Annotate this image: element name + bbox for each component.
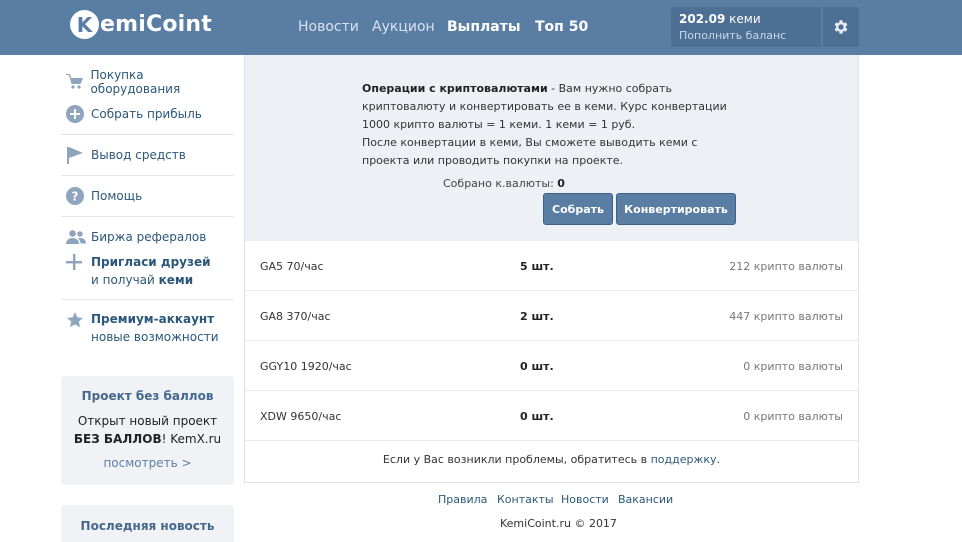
users-icon	[61, 229, 91, 245]
equipment-count: 5 шт.	[520, 260, 554, 273]
svg-text:?: ?	[72, 190, 79, 204]
latest-news-box: Последняя новость	[61, 505, 234, 542]
plus-circle-icon	[61, 105, 91, 123]
equipment-name: XDW 9650/час	[260, 410, 342, 423]
premium-title: Премиум-аккаунт	[91, 312, 215, 326]
sidebar-item-invite-friends[interactable]: Пригласи друзей и получай кеми	[61, 253, 234, 295]
sidebar-divider	[61, 134, 234, 135]
sidebar-item-label: Помощь	[91, 189, 143, 203]
sidebar-item-premium[interactable]: Премиум-аккаунт новые возможности	[61, 304, 234, 352]
question-icon: ?	[61, 187, 91, 205]
list-item: GA5 70/час 5 шт. 212 крипто валюты	[245, 241, 858, 291]
convert-button[interactable]: Конвертировать	[616, 193, 736, 225]
logo-k-badge: K	[70, 10, 99, 39]
nav-news[interactable]: Новости	[298, 19, 359, 35]
settings-button[interactable]	[823, 7, 859, 47]
footer-link-rules[interactable]: Правила	[438, 493, 487, 506]
premium-subtitle: новые возможности	[91, 330, 219, 344]
equipment-count: 2 шт.	[520, 310, 554, 323]
equipment-name: GGY10 1920/час	[260, 360, 352, 373]
sidebar-item-collect-profit[interactable]: Собрать прибыль	[61, 98, 234, 130]
balance-amount: 202.09	[679, 12, 726, 26]
crypto-info-text: Операции с криптовалютами - Вам нужно со…	[362, 80, 732, 170]
promo-link[interactable]: посмотреть >	[61, 456, 234, 470]
invite-title: Пригласи друзей	[91, 255, 211, 269]
sidebar-divider	[61, 299, 234, 300]
gear-icon	[834, 20, 848, 34]
equipment-name: GA8 370/час	[260, 310, 331, 323]
info-title: Операции с криптовалютами	[362, 82, 548, 95]
top-up-link[interactable]: Пополнить баланс	[679, 29, 813, 42]
promo-box: Проект без баллов Открыт новый проект БЕ…	[61, 376, 234, 485]
sidebar-item-label: Покупка оборудования	[90, 68, 181, 96]
support-link[interactable]: поддержку	[651, 453, 717, 466]
balance-unit: кеми	[729, 12, 761, 26]
plus-icon	[61, 253, 91, 275]
sidebar-item-label: Биржа рефералов	[91, 230, 207, 244]
footer-link-contacts[interactable]: Контакты	[497, 493, 554, 506]
nav-top50[interactable]: Топ 50	[535, 19, 588, 35]
support-end: .	[716, 453, 721, 466]
equipment-amount: 0 крипто валюты	[743, 410, 843, 423]
collected-line: Собрано к.валюты: 0	[443, 177, 565, 190]
support-text: Если у Вас возникли проблемы, обратитесь…	[382, 453, 651, 466]
equipment-name: GA5 70/час	[260, 260, 324, 273]
collected-label: Собрано к.валюты:	[443, 177, 554, 190]
equipment-list: GA5 70/час 5 шт. 212 крипто валюты GA8 3…	[245, 241, 858, 441]
support-note: Если у Вас возникли проблемы, обратитесь…	[245, 453, 858, 466]
list-item: XDW 9650/час 0 шт. 0 крипто валюты	[245, 391, 858, 441]
sidebar-item-help[interactable]: ? Помощь	[61, 180, 234, 212]
star-icon	[61, 310, 91, 334]
list-item: GGY10 1920/час 0 шт. 0 крипто валюты	[245, 341, 858, 391]
equipment-amount: 0 крипто валюты	[743, 360, 843, 373]
nav-payouts[interactable]: Выплаты	[447, 19, 520, 35]
sidebar-item-label: Собрать прибыль	[91, 107, 202, 121]
equipment-count: 0 шт.	[520, 360, 554, 373]
footer-link-vacancies[interactable]: Вакансии	[618, 493, 673, 506]
info-line2: После конвертации в кеми, Вы сможете выв…	[362, 136, 698, 167]
promo-line2-rest: ! KemX.ru	[161, 432, 222, 446]
balance-amount-line: 202.09 кеми	[679, 12, 813, 26]
main-panel: Операции с криптовалютами - Вам нужно со…	[244, 55, 859, 483]
logo-text: emiCoint	[100, 12, 212, 37]
equipment-count: 0 шт.	[520, 410, 554, 423]
sidebar-item-referrals[interactable]: Биржа рефералов	[61, 221, 234, 253]
collect-button[interactable]: Собрать	[543, 193, 613, 225]
promo-text: Открыт новый проект БЕЗ БАЛЛОВ! KemX.ru	[61, 412, 234, 448]
sidebar-item-label: Вывод средств	[91, 148, 186, 162]
list-item: GA8 370/час 2 шт. 447 крипто валюты	[245, 291, 858, 341]
crypto-info-panel: Операции с криптовалютами - Вам нужно со…	[245, 55, 858, 241]
left-sidebar: Покупка оборудования Собрать прибыль Выв…	[61, 66, 234, 352]
sidebar-item-buy-equipment[interactable]: Покупка оборудования	[61, 66, 234, 98]
invite-subtitle-pre: и получай	[91, 273, 159, 287]
logo[interactable]: K emiCoint	[70, 10, 212, 39]
footer-link-news[interactable]: Новости	[561, 493, 609, 506]
nav-auction[interactable]: Аукцион	[372, 19, 435, 35]
promo-line2-bold: БЕЗ БАЛЛОВ	[73, 432, 162, 446]
invite-subtitle-bold: кеми	[158, 273, 194, 287]
equipment-amount: 212 крипто валюты	[729, 260, 843, 273]
equipment-amount: 447 крипто валюты	[729, 310, 843, 323]
top-header: K emiCoint Новости Аукцион Выплаты Топ 5…	[0, 0, 962, 55]
copyright: KemiCoint.ru © 2017	[500, 517, 617, 530]
cart-icon	[61, 74, 90, 90]
promo-line1: Открыт новый проект	[77, 414, 218, 428]
sidebar-divider	[61, 175, 234, 176]
balance-box[interactable]: 202.09 кеми Пополнить баланс	[671, 7, 821, 47]
latest-news-title[interactable]: Последняя новость	[61, 519, 234, 533]
flag-icon	[61, 146, 91, 164]
collected-value: 0	[557, 177, 565, 190]
sidebar-divider	[61, 216, 234, 217]
promo-title: Проект без баллов	[81, 389, 214, 403]
sidebar-item-withdraw[interactable]: Вывод средств	[61, 139, 234, 171]
